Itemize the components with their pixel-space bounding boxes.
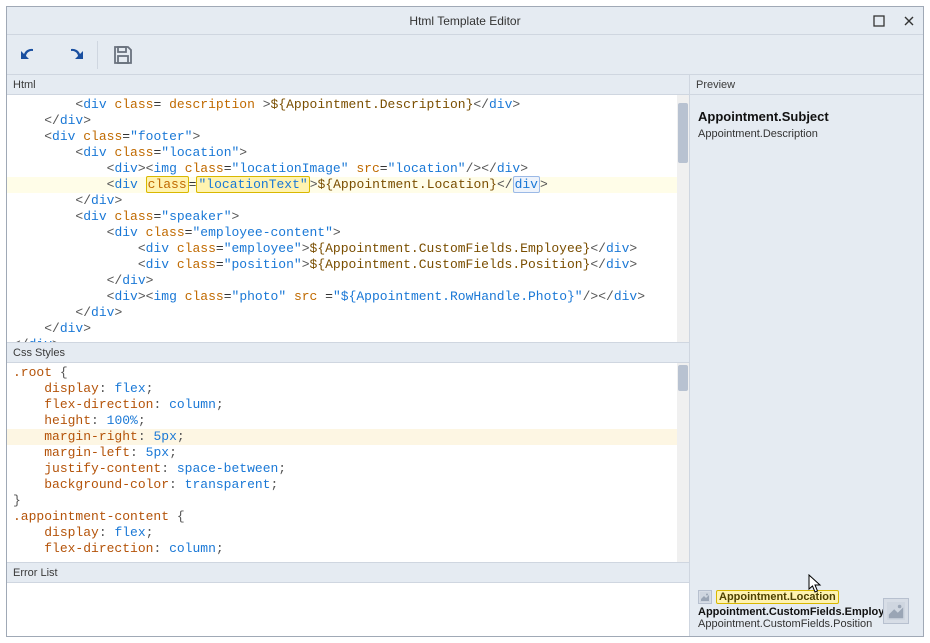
html-code-area[interactable]: <div class= description >${Appointment.D… (7, 95, 689, 343)
css-editor[interactable]: .root { display: flex; flex-direction: c… (7, 363, 689, 563)
css-section-header: Css Styles (7, 343, 689, 363)
css-code-area[interactable]: .root { display: flex; flex-direction: c… (7, 363, 689, 559)
editor-body: Html <div class= description >${Appointm… (7, 75, 923, 636)
preview-location-row: Appointment.Location (698, 590, 885, 604)
right-column: Preview Appointment.Subject Appointment.… (690, 75, 923, 636)
html-section-header: Html (7, 75, 689, 95)
error-section-header: Error List (7, 563, 689, 583)
preview-subject: Appointment.Subject (698, 109, 915, 124)
preview-section-label: Preview (696, 79, 735, 91)
window-controls (871, 7, 917, 34)
titlebar: Html Template Editor (7, 7, 923, 35)
preview-content: Appointment.Subject Appointment.Descript… (690, 95, 923, 636)
html-editor[interactable]: <div class= description >${Appointment.D… (7, 95, 689, 343)
error-section-label: Error List (13, 567, 58, 579)
preview-position: Appointment.CustomFields.Position (698, 618, 885, 630)
preview-location: Appointment.Location (716, 590, 839, 604)
redo-button[interactable] (53, 39, 91, 71)
preview-description: Appointment.Description (698, 128, 915, 140)
html-section-label: Html (13, 79, 36, 91)
left-column: Html <div class= description >${Appointm… (7, 75, 690, 636)
preview-panel: Appointment.Subject Appointment.Descript… (690, 95, 923, 636)
undo-button[interactable] (13, 39, 51, 71)
css-section-label: Css Styles (13, 347, 65, 359)
location-image-icon (698, 590, 712, 604)
toolbar-separator (97, 41, 98, 69)
preview-top: Appointment.Subject Appointment.Descript… (698, 109, 915, 140)
preview-bottom: Appointment.Location Appointment.CustomF… (698, 590, 915, 630)
close-button[interactable] (901, 13, 917, 29)
maximize-button[interactable] (871, 13, 887, 29)
photo-placeholder-icon (883, 598, 909, 624)
window-frame: Html Template Editor Html (6, 6, 924, 637)
preview-section-header: Preview (690, 75, 923, 95)
window-title: Html Template Editor (409, 14, 520, 28)
toolbar (7, 35, 923, 75)
save-button[interactable] (104, 39, 142, 71)
preview-employee: Appointment.CustomFields.Employee (698, 606, 885, 618)
error-list[interactable] (7, 583, 689, 636)
